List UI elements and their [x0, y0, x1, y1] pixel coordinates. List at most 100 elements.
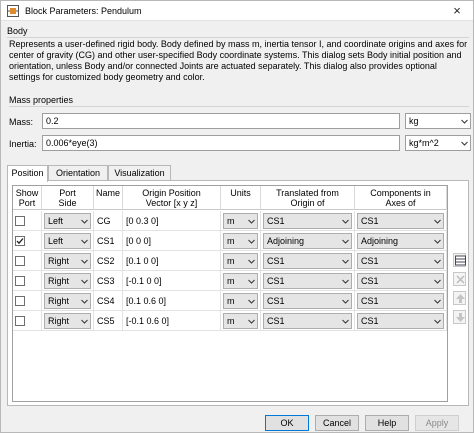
move-up-button[interactable] [453, 291, 466, 305]
port-side-select[interactable]: Right [44, 273, 91, 289]
chevron-down-icon [81, 219, 88, 224]
column-header-units[interactable]: Units [221, 186, 261, 210]
tab-orientation[interactable]: Orientation [48, 165, 108, 181]
origin-position-value[interactable]: [-0.1 0 0] [126, 276, 162, 286]
chevron-down-icon [248, 299, 255, 304]
column-header-port-side[interactable]: Port Side [42, 186, 94, 210]
units-cell: m [221, 271, 261, 291]
delete-row-icon [456, 275, 465, 284]
tab-visualization[interactable]: Visualization [108, 165, 171, 181]
chevron-down-icon [248, 319, 255, 324]
column-header-components-in-axes[interactable]: Components in Axes of [355, 186, 447, 210]
help-button[interactable]: Help [365, 415, 409, 431]
show-port-checkbox[interactable] [15, 296, 25, 306]
port-side-value: Left [48, 236, 64, 246]
frame-name[interactable]: CS1 [97, 236, 115, 246]
translated-from-select[interactable]: CS1 [263, 213, 352, 229]
add-row-button[interactable] [453, 253, 466, 267]
port-side-select[interactable]: Right [44, 293, 91, 309]
name-cell: CS1 [94, 231, 123, 251]
close-button[interactable]: × [443, 1, 471, 20]
units-select[interactable]: m [223, 233, 258, 249]
block-icon [7, 5, 19, 17]
chevron-down-icon [248, 239, 255, 244]
move-down-button[interactable] [453, 310, 466, 324]
column-header-origin-position[interactable]: Origin Position Vector [x y z] [123, 186, 221, 210]
port-side-select[interactable]: Right [44, 313, 91, 329]
column-header-translated-from[interactable]: Translated from Origin of [261, 186, 355, 210]
port-side-select[interactable]: Left [44, 213, 91, 229]
origin-position-value[interactable]: [0.1 0.6 0] [126, 296, 166, 306]
show-port-checkbox[interactable] [15, 256, 25, 266]
translated-cell: CS1 [261, 311, 355, 331]
units-value: m [227, 216, 235, 226]
column-header-name[interactable]: Name [94, 186, 123, 210]
name-cell: CS4 [94, 291, 123, 311]
frame-name[interactable]: CS3 [97, 276, 115, 286]
components-axes-select[interactable]: CS1 [357, 213, 444, 229]
origin-position-value[interactable]: [0 0 0] [126, 236, 151, 246]
components-axes-select[interactable]: Adjoining [357, 233, 444, 249]
inertia-unit-select[interactable]: kg*m^2 [405, 135, 471, 151]
units-select[interactable]: m [223, 253, 258, 269]
components-axes-select[interactable]: CS1 [357, 293, 444, 309]
components-axes-select[interactable]: CS1 [357, 313, 444, 329]
units-cell: m [221, 311, 261, 331]
cancel-button[interactable]: Cancel [315, 415, 359, 431]
units-select[interactable]: m [223, 313, 258, 329]
frame-name[interactable]: CS2 [97, 256, 115, 266]
port-side-cell: Right [42, 251, 94, 271]
chevron-down-icon [342, 239, 349, 244]
table-row: Right CS4 [0.1 0.6 0] m CS1 CS1 [13, 291, 447, 311]
units-select[interactable]: m [223, 293, 258, 309]
components-axes-value: CS1 [361, 276, 379, 286]
ok-button[interactable]: OK [265, 415, 309, 431]
show-port-checkbox[interactable] [15, 216, 25, 226]
port-side-select[interactable]: Left [44, 233, 91, 249]
origin-cell: [-0.1 0.6 0] [123, 311, 221, 331]
axes-cell: CS1 [355, 311, 447, 331]
translated-from-select[interactable]: CS1 [263, 293, 352, 309]
checkmark-icon [16, 238, 24, 245]
origin-position-value[interactable]: [0.1 0 0] [126, 256, 159, 266]
window-title: Block Parameters: Pendulum [25, 6, 142, 16]
translated-from-select[interactable]: Adjoining [263, 233, 352, 249]
block-parameters-dialog: Block Parameters: Pendulum × Body Repres… [0, 0, 474, 433]
column-header-show-port[interactable]: Show Port [13, 186, 42, 210]
table-row: Right CS2 [0.1 0 0] m CS1 CS1 [13, 251, 447, 271]
frame-name[interactable]: CG [97, 216, 111, 226]
port-side-select[interactable]: Right [44, 253, 91, 269]
mass-unit-select[interactable]: kg [405, 113, 471, 129]
name-cell: CG [94, 211, 123, 231]
mass-properties-label: Mass properties [9, 95, 74, 105]
units-value: m [227, 276, 235, 286]
translated-from-value: CS1 [267, 296, 285, 306]
units-select[interactable]: m [223, 213, 258, 229]
components-axes-select[interactable]: CS1 [357, 273, 444, 289]
block-description: Represents a user-defined rigid body. Bo… [9, 39, 468, 82]
divider [7, 37, 469, 38]
translated-from-select[interactable]: CS1 [263, 273, 352, 289]
tab-position[interactable]: Position [7, 165, 48, 182]
show-port-checkbox[interactable] [15, 316, 25, 326]
origin-position-value[interactable]: [0 0.3 0] [126, 216, 159, 226]
components-axes-select[interactable]: CS1 [357, 253, 444, 269]
translated-from-select[interactable]: CS1 [263, 313, 352, 329]
chevron-down-icon [434, 219, 441, 224]
units-select[interactable]: m [223, 273, 258, 289]
chevron-down-icon [434, 239, 441, 244]
show-port-checkbox[interactable] [15, 236, 25, 246]
chevron-down-icon [342, 319, 349, 324]
chevron-down-icon [434, 259, 441, 264]
frame-name[interactable]: CS4 [97, 296, 115, 306]
delete-row-button[interactable] [453, 272, 466, 286]
show-port-checkbox[interactable] [15, 276, 25, 286]
show-port-cell [13, 211, 42, 231]
apply-button[interactable]: Apply [415, 415, 459, 431]
origin-position-value[interactable]: [-0.1 0.6 0] [126, 316, 169, 326]
frame-name[interactable]: CS5 [97, 316, 115, 326]
name-cell: CS3 [94, 271, 123, 291]
translated-from-select[interactable]: CS1 [263, 253, 352, 269]
inertia-input[interactable]: 0.006*eye(3) [42, 135, 400, 151]
mass-input[interactable]: 0.2 [42, 113, 400, 129]
